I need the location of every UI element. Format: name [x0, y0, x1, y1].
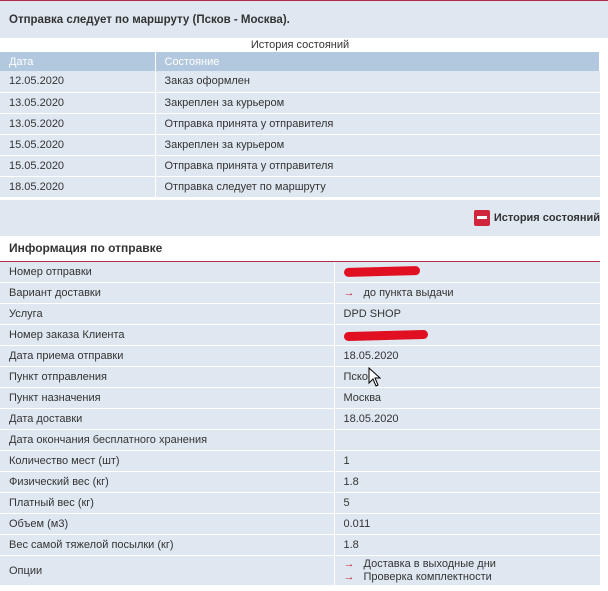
info-value: [334, 324, 600, 346]
info-value: 1.8: [334, 471, 600, 493]
history-toggle-bar: История состояний: [0, 197, 600, 236]
history-state: Отправка следует по маршруту: [155, 176, 600, 198]
info-label: Вес самой тяжелой посылки (кг): [0, 534, 335, 556]
history-date: 18.05.2020: [0, 176, 156, 198]
history-caption: История состояний: [0, 38, 600, 52]
option-text: Доставка в выходные дни: [363, 557, 496, 570]
info-value: → Доставка в выходные дни → Проверка компл…: [334, 555, 601, 586]
table-row: 13.05.2020 Закреплен за курьером: [0, 92, 600, 114]
table-row: 15.05.2020 Закреплен за курьером: [0, 134, 600, 156]
history-header-date: Дата: [0, 52, 156, 71]
table-row: Физический вес (кг) 1.8: [0, 471, 600, 493]
redaction-mark: [343, 329, 428, 341]
history-state: Закреплен за курьером: [155, 92, 600, 114]
shipment-tracking-page: Отправка следует по маршруту (Псков - Мо…: [0, 0, 608, 591]
history-date: 15.05.2020: [0, 155, 156, 177]
history-header-row: Дата Состояние: [0, 52, 600, 71]
history-date: 15.05.2020: [0, 134, 156, 156]
info-label: Пункт назначения: [0, 387, 335, 409]
table-row: 15.05.2020 Отправка принята у отправител…: [0, 155, 600, 177]
shipment-status-text: Отправка следует по маршруту (Псков - Мо…: [9, 13, 290, 26]
history-toggle-label: История состояний: [493, 211, 600, 224]
info-label: Дата доставки: [0, 408, 335, 430]
info-value: 18.05.2020: [334, 345, 600, 367]
info-title-text: Информация по отправке: [9, 241, 163, 255]
info-label: Услуга: [0, 303, 335, 325]
info-label: Дата окончания бесплатного хранения: [0, 429, 335, 451]
arrow-right-icon: →: [343, 570, 355, 583]
info-label: Платный вес (кг): [0, 492, 335, 514]
table-row: Платный вес (кг) 5: [0, 492, 600, 514]
history-header-state: Состояние: [155, 52, 600, 71]
table-row: 18.05.2020 Отправка следует по маршруту: [0, 176, 600, 198]
info-label: Физический вес (кг): [0, 471, 335, 493]
arrow-right-icon: →: [343, 287, 355, 299]
history-toggle-button[interactable]: История состояний: [473, 209, 600, 226]
info-label: Дата приема отправки: [0, 345, 335, 367]
table-row: Номер заказа Клиента: [0, 324, 600, 346]
table-row: Объем (м3) 0.011: [0, 513, 600, 535]
history-date: 12.05.2020: [0, 71, 156, 93]
history-state: Отправка принята у отправителя: [155, 113, 600, 135]
history-date: 13.05.2020: [0, 92, 156, 114]
arrow-right-icon: →: [343, 557, 355, 570]
table-row: Количество мест (шт) 1: [0, 450, 600, 472]
table-row: Вес самой тяжелой посылки (кг) 1.8: [0, 534, 600, 556]
minus-box-icon: [473, 209, 490, 226]
info-value: 1.8: [334, 534, 600, 556]
table-row: 13.05.2020 Отправка принята у отправител…: [0, 113, 600, 135]
shipment-status-banner: Отправка следует по маршруту (Псков - Мо…: [0, 0, 608, 38]
info-label: Количество мест (шт): [0, 450, 335, 472]
info-value: [334, 429, 600, 451]
info-label: Объем (м3): [0, 513, 335, 535]
history-state: Закреплен за курьером: [155, 134, 600, 156]
delivery-variant-text: до пункта выдачи: [363, 287, 454, 299]
info-value: 1: [334, 450, 600, 472]
history-state: Заказ оформлен: [155, 71, 600, 93]
info-label: Номер заказа Клиента: [0, 324, 335, 346]
option-item: → Проверка комплектности: [344, 571, 601, 584]
info-label: Пункт отправления: [0, 366, 335, 388]
table-row: Вариант доставки → до пункта выдачи: [0, 282, 600, 304]
history-state: Отправка принята у отправителя: [155, 155, 600, 177]
table-row: Дата окончания бесплатного хранения: [0, 429, 600, 451]
history-date: 13.05.2020: [0, 113, 156, 135]
info-value: 0.011: [334, 513, 600, 535]
info-value: 5: [334, 492, 600, 514]
info-value: [334, 261, 600, 283]
info-label: Номер отправки: [0, 261, 335, 283]
info-label: Вариант доставки: [0, 282, 335, 304]
table-row: Дата доставки 18.05.2020: [0, 408, 600, 430]
table-row: 12.05.2020 Заказ оформлен: [0, 71, 600, 93]
info-value: 18.05.2020: [334, 408, 600, 430]
info-value: Москва: [334, 387, 600, 409]
info-table: Номер отправки Вариант доставки → до пунк…: [0, 261, 601, 586]
info-value: DPD SHOP: [334, 303, 600, 325]
table-row: Опции → Доставка в выходные дни → Проверка…: [0, 555, 601, 586]
option-text: Проверка комплектности: [363, 570, 492, 583]
mouse-pointer-icon: [368, 367, 382, 387]
table-row: Номер отправки: [0, 261, 600, 283]
info-section-title: Информация по отправке: [0, 235, 600, 262]
info-value: → до пункта выдачи: [334, 282, 600, 304]
history-table: Дата Состояние 12.05.2020 Заказ оформлен…: [0, 52, 600, 198]
option-item: → Доставка в выходные дни: [344, 558, 601, 571]
info-label: Опции: [0, 555, 335, 586]
table-row: Пункт отправления Псков: [0, 366, 600, 388]
table-row: Пункт назначения Москва: [0, 387, 600, 409]
redaction-mark: [343, 266, 420, 278]
table-row: Дата приема отправки 18.05.2020: [0, 345, 600, 367]
table-row: Услуга DPD SHOP: [0, 303, 600, 325]
